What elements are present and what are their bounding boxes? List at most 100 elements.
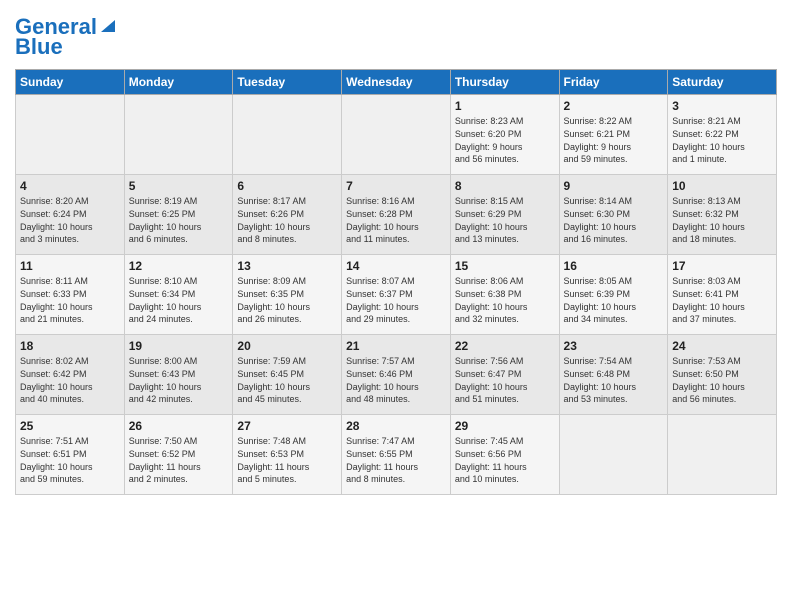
calendar-cell: 20 Sunrise: 7:59 AM Sunset: 6:45 PM Dayli… bbox=[233, 335, 342, 415]
day-info: Sunrise: 8:13 AM Sunset: 6:32 PM Dayligh… bbox=[672, 195, 772, 245]
day-info: Sunrise: 8:03 AM Sunset: 6:41 PM Dayligh… bbox=[672, 275, 772, 325]
day-info: Sunrise: 8:20 AM Sunset: 6:24 PM Dayligh… bbox=[20, 195, 120, 245]
calendar-cell: 17Sunrise: 8:03 AM Sunset: 6:41 PM Dayli… bbox=[668, 255, 777, 335]
header: General Blue bbox=[15, 15, 777, 59]
calendar-cell: 4 Sunrise: 8:20 AM Sunset: 6:24 PM Daylig… bbox=[16, 175, 125, 255]
day-number: 25 bbox=[20, 419, 120, 433]
day-number: 8 bbox=[455, 179, 555, 193]
calendar-cell: 19 Sunrise: 8:00 AM Sunset: 6:43 PM Dayli… bbox=[124, 335, 233, 415]
day-number: 12 bbox=[129, 259, 229, 273]
day-info: Sunrise: 8:16 AM Sunset: 6:28 PM Dayligh… bbox=[346, 195, 446, 245]
calendar-container: General Blue SundayMondayTuesdayWednesda… bbox=[0, 0, 792, 505]
calendar-cell bbox=[124, 95, 233, 175]
day-number: 7 bbox=[346, 179, 446, 193]
day-info: Sunrise: 7:50 AM Sunset: 6:52 PM Dayligh… bbox=[129, 435, 229, 485]
weekday-header-monday: Monday bbox=[124, 70, 233, 95]
calendar-week-row: 11 Sunrise: 8:11 AM Sunset: 6:33 PM Dayli… bbox=[16, 255, 777, 335]
calendar-cell: 2 Sunrise: 8:22 AM Sunset: 6:21 PM Daylig… bbox=[559, 95, 668, 175]
day-info: Sunrise: 8:00 AM Sunset: 6:43 PM Dayligh… bbox=[129, 355, 229, 405]
day-info: Sunrise: 7:53 AM Sunset: 6:50 PM Dayligh… bbox=[672, 355, 772, 405]
day-number: 24 bbox=[672, 339, 772, 353]
calendar-week-row: 4 Sunrise: 8:20 AM Sunset: 6:24 PM Daylig… bbox=[16, 175, 777, 255]
weekday-header-row: SundayMondayTuesdayWednesdayThursdayFrid… bbox=[16, 70, 777, 95]
calendar-cell: 29Sunrise: 7:45 AM Sunset: 6:56 PM Dayli… bbox=[450, 415, 559, 495]
calendar-cell bbox=[342, 95, 451, 175]
day-number: 6 bbox=[237, 179, 337, 193]
calendar-cell: 13 Sunrise: 8:09 AM Sunset: 6:35 PM Dayli… bbox=[233, 255, 342, 335]
day-number: 14 bbox=[346, 259, 446, 273]
day-info: Sunrise: 8:14 AM Sunset: 6:30 PM Dayligh… bbox=[564, 195, 664, 245]
calendar-cell: 10 Sunrise: 8:13 AM Sunset: 6:32 PM Dayli… bbox=[668, 175, 777, 255]
day-number: 22 bbox=[455, 339, 555, 353]
day-number: 16 bbox=[564, 259, 664, 273]
day-number: 2 bbox=[564, 99, 664, 113]
calendar-cell: 27 Sunrise: 7:48 AM Sunset: 6:53 PM Dayli… bbox=[233, 415, 342, 495]
calendar-cell: 26 Sunrise: 7:50 AM Sunset: 6:52 PM Dayli… bbox=[124, 415, 233, 495]
logo-icon bbox=[99, 16, 117, 34]
calendar-week-row: 1 Sunrise: 8:23 AM Sunset: 6:20 PM Daylig… bbox=[16, 95, 777, 175]
day-info: Sunrise: 8:02 AM Sunset: 6:42 PM Dayligh… bbox=[20, 355, 120, 405]
day-info: Sunrise: 8:21 AM Sunset: 6:22 PM Dayligh… bbox=[672, 115, 772, 165]
day-number: 27 bbox=[237, 419, 337, 433]
calendar-cell: 8 Sunrise: 8:15 AM Sunset: 6:29 PM Daylig… bbox=[450, 175, 559, 255]
day-info: Sunrise: 8:07 AM Sunset: 6:37 PM Dayligh… bbox=[346, 275, 446, 325]
day-info: Sunrise: 7:57 AM Sunset: 6:46 PM Dayligh… bbox=[346, 355, 446, 405]
weekday-header-thursday: Thursday bbox=[450, 70, 559, 95]
calendar-cell: 24 Sunrise: 7:53 AM Sunset: 6:50 PM Dayli… bbox=[668, 335, 777, 415]
weekday-header-saturday: Saturday bbox=[668, 70, 777, 95]
day-number: 5 bbox=[129, 179, 229, 193]
weekday-header-wednesday: Wednesday bbox=[342, 70, 451, 95]
calendar-cell: 25 Sunrise: 7:51 AM Sunset: 6:51 PM Dayli… bbox=[16, 415, 125, 495]
day-info: Sunrise: 7:51 AM Sunset: 6:51 PM Dayligh… bbox=[20, 435, 120, 485]
calendar-cell: 12 Sunrise: 8:10 AM Sunset: 6:34 PM Dayli… bbox=[124, 255, 233, 335]
calendar-cell: 15 Sunrise: 8:06 AM Sunset: 6:38 PM Dayli… bbox=[450, 255, 559, 335]
calendar-cell: 7 Sunrise: 8:16 AM Sunset: 6:28 PM Daylig… bbox=[342, 175, 451, 255]
day-number: 11 bbox=[20, 259, 120, 273]
calendar-cell: 3 Sunrise: 8:21 AM Sunset: 6:22 PM Daylig… bbox=[668, 95, 777, 175]
calendar-week-row: 25 Sunrise: 7:51 AM Sunset: 6:51 PM Dayli… bbox=[16, 415, 777, 495]
day-number: 29 bbox=[455, 419, 555, 433]
day-number: 10 bbox=[672, 179, 772, 193]
day-number: 15 bbox=[455, 259, 555, 273]
calendar-cell bbox=[559, 415, 668, 495]
day-number: 26 bbox=[129, 419, 229, 433]
day-info: Sunrise: 7:47 AM Sunset: 6:55 PM Dayligh… bbox=[346, 435, 446, 485]
day-info: Sunrise: 8:17 AM Sunset: 6:26 PM Dayligh… bbox=[237, 195, 337, 245]
day-info: Sunrise: 8:10 AM Sunset: 6:34 PM Dayligh… bbox=[129, 275, 229, 325]
day-info: Sunrise: 7:59 AM Sunset: 6:45 PM Dayligh… bbox=[237, 355, 337, 405]
logo-subtext: Blue bbox=[15, 34, 63, 59]
day-info: Sunrise: 8:23 AM Sunset: 6:20 PM Dayligh… bbox=[455, 115, 555, 165]
day-info: Sunrise: 8:09 AM Sunset: 6:35 PM Dayligh… bbox=[237, 275, 337, 325]
calendar-cell bbox=[16, 95, 125, 175]
calendar-cell: 14 Sunrise: 8:07 AM Sunset: 6:37 PM Dayli… bbox=[342, 255, 451, 335]
day-number: 3 bbox=[672, 99, 772, 113]
calendar-cell bbox=[668, 415, 777, 495]
calendar-cell: 23Sunrise: 7:54 AM Sunset: 6:48 PM Dayli… bbox=[559, 335, 668, 415]
day-number: 9 bbox=[564, 179, 664, 193]
day-info: Sunrise: 8:05 AM Sunset: 6:39 PM Dayligh… bbox=[564, 275, 664, 325]
weekday-header-tuesday: Tuesday bbox=[233, 70, 342, 95]
day-info: Sunrise: 8:06 AM Sunset: 6:38 PM Dayligh… bbox=[455, 275, 555, 325]
calendar-week-row: 18 Sunrise: 8:02 AM Sunset: 6:42 PM Dayli… bbox=[16, 335, 777, 415]
day-number: 13 bbox=[237, 259, 337, 273]
day-info: Sunrise: 8:22 AM Sunset: 6:21 PM Dayligh… bbox=[564, 115, 664, 165]
day-number: 19 bbox=[129, 339, 229, 353]
calendar-cell: 18 Sunrise: 8:02 AM Sunset: 6:42 PM Dayli… bbox=[16, 335, 125, 415]
day-info: Sunrise: 7:56 AM Sunset: 6:47 PM Dayligh… bbox=[455, 355, 555, 405]
calendar-cell: 1 Sunrise: 8:23 AM Sunset: 6:20 PM Daylig… bbox=[450, 95, 559, 175]
day-info: Sunrise: 8:19 AM Sunset: 6:25 PM Dayligh… bbox=[129, 195, 229, 245]
day-number: 18 bbox=[20, 339, 120, 353]
day-number: 4 bbox=[20, 179, 120, 193]
day-info: Sunrise: 8:11 AM Sunset: 6:33 PM Dayligh… bbox=[20, 275, 120, 325]
weekday-header-sunday: Sunday bbox=[16, 70, 125, 95]
day-number: 1 bbox=[455, 99, 555, 113]
day-info: Sunrise: 7:48 AM Sunset: 6:53 PM Dayligh… bbox=[237, 435, 337, 485]
day-number: 28 bbox=[346, 419, 446, 433]
day-info: Sunrise: 8:15 AM Sunset: 6:29 PM Dayligh… bbox=[455, 195, 555, 245]
calendar-cell: 16 Sunrise: 8:05 AM Sunset: 6:39 PM Dayli… bbox=[559, 255, 668, 335]
weekday-header-friday: Friday bbox=[559, 70, 668, 95]
day-number: 20 bbox=[237, 339, 337, 353]
calendar-cell: 5 Sunrise: 8:19 AM Sunset: 6:25 PM Daylig… bbox=[124, 175, 233, 255]
calendar-cell: 21Sunrise: 7:57 AM Sunset: 6:46 PM Dayli… bbox=[342, 335, 451, 415]
calendar-cell bbox=[233, 95, 342, 175]
